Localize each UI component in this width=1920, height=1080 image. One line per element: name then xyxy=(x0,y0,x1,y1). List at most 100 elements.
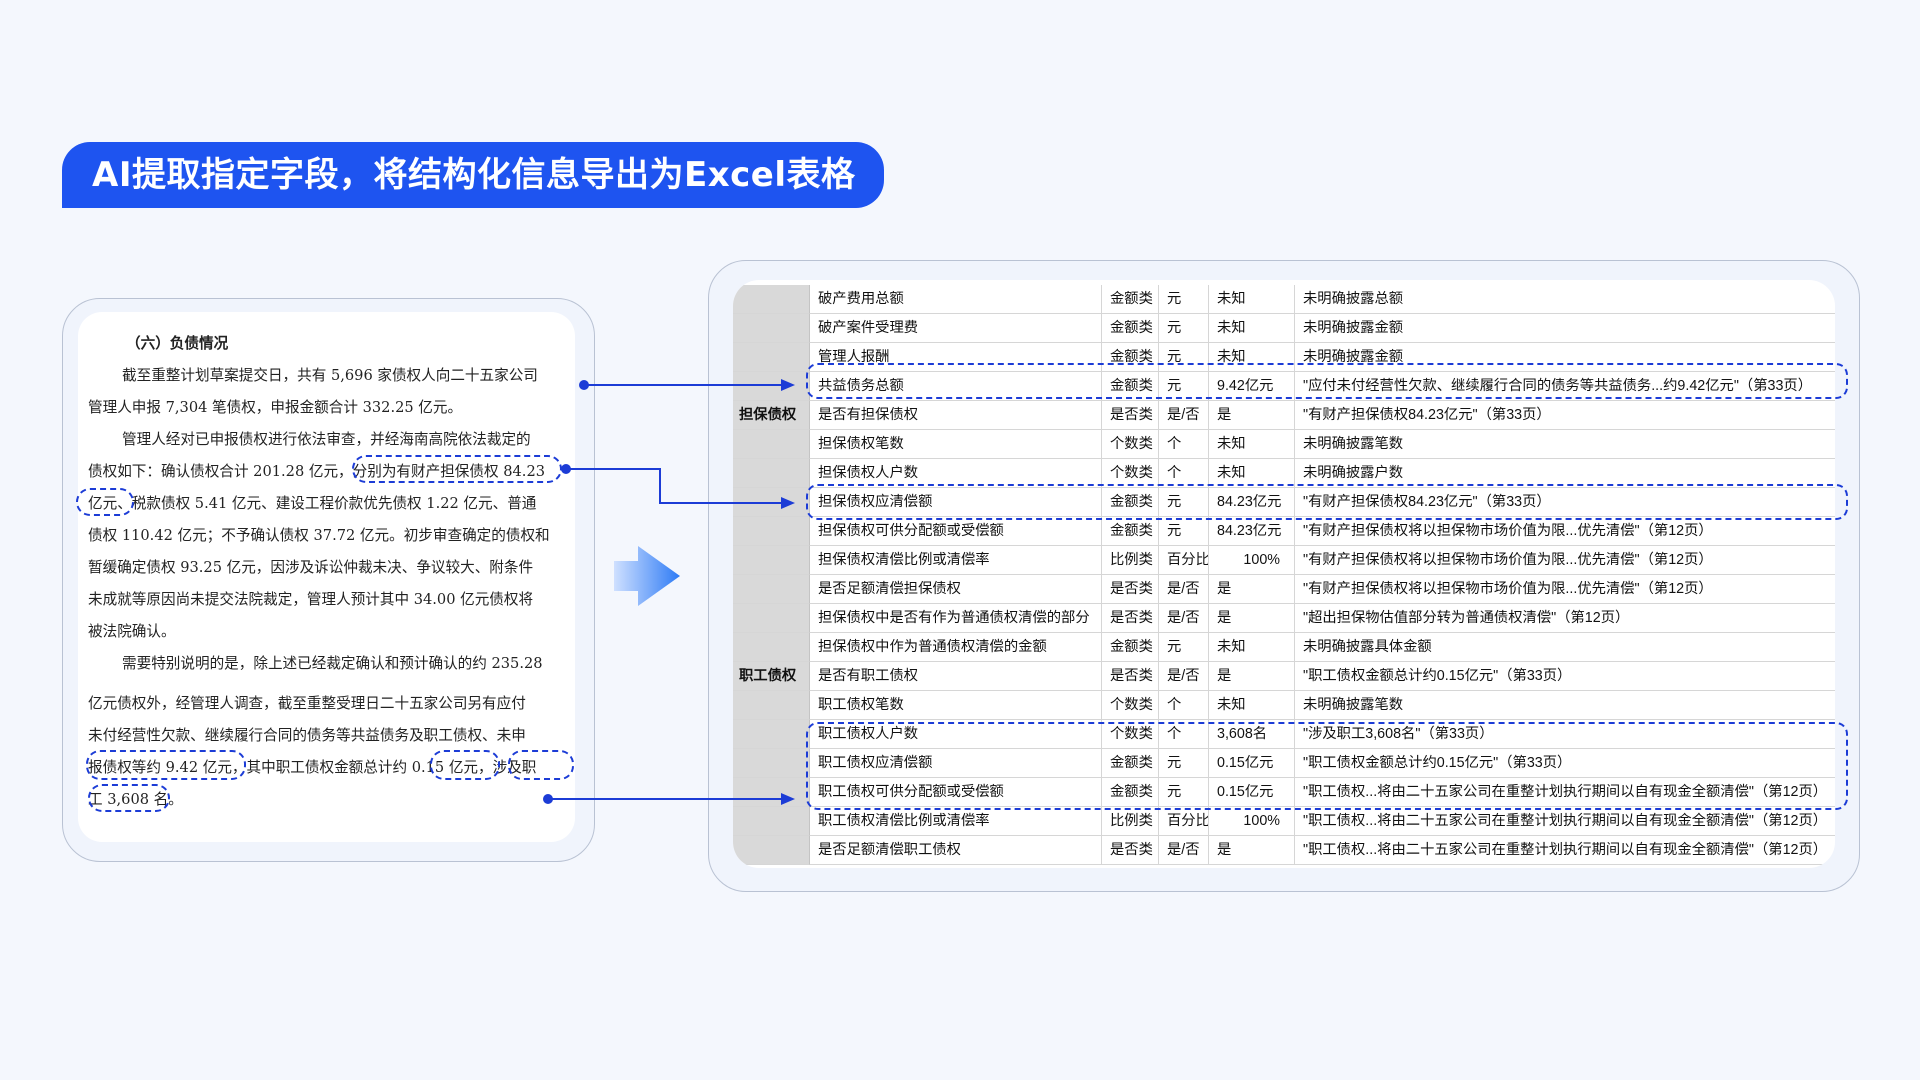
table-cell-source[interactable]: "有财产担保债权84.23亿元"（第33页） xyxy=(1295,401,1835,430)
table-cell-type[interactable]: 比例类 xyxy=(1102,546,1159,575)
table-cell-unit[interactable]: 是/否 xyxy=(1159,575,1209,604)
table-cell-source[interactable]: 未明确披露笔数 xyxy=(1295,430,1835,459)
table-cell-value[interactable]: 未知 xyxy=(1209,430,1295,459)
table-row[interactable]: 担保债权 是否有担保债权 是否类 是/否是 "有财产担保债权84.23亿元"（第33页） xyxy=(733,401,1835,430)
table-cell-group[interactable] xyxy=(733,691,810,720)
table-cell-field[interactable]: 是否足额清偿职工债权 xyxy=(810,836,1102,865)
table-cell-group[interactable] xyxy=(733,604,810,633)
table-cell-unit[interactable]: 是/否 xyxy=(1159,662,1209,691)
table-cell-value[interactable]: 未知 xyxy=(1209,633,1295,662)
table-cell-type[interactable]: 金额类 xyxy=(1102,314,1159,343)
table-row[interactable]: 职工债权清偿比例或清偿率 比例类 百分比 100% "职工债权...将由二十五家公司在重… xyxy=(733,807,1835,836)
table-cell-group[interactable] xyxy=(733,546,810,575)
table-cell-unit[interactable]: 元 xyxy=(1159,314,1209,343)
table-cell-source[interactable]: "有财产担保债权将以担保物市场价值为限...优先清偿"（第12页） xyxy=(1295,517,1835,546)
table-cell-source[interactable]: 未明确披露总额 xyxy=(1295,285,1835,314)
table-cell-type[interactable]: 金额类 xyxy=(1102,633,1159,662)
table-cell-group[interactable] xyxy=(733,430,810,459)
table-row[interactable]: 担保债权中作为普通债权清偿的金额 金额类元未知 未明确披露具体金额 xyxy=(733,633,1835,662)
table-cell-type[interactable]: 金额类 xyxy=(1102,517,1159,546)
table-cell-source[interactable]: "职工债权...将由二十五家公司在重整计划执行期间以自有现金全额清偿"（第12页… xyxy=(1295,807,1835,836)
table-cell-source[interactable]: "有财产担保债权将以担保物市场价值为限...优先清偿"（第12页） xyxy=(1295,546,1835,575)
table-cell-value[interactable]: 未知 xyxy=(1209,691,1295,720)
table-cell-type[interactable]: 个数类 xyxy=(1102,430,1159,459)
table-cell-source[interactable]: 未明确披露具体金额 xyxy=(1295,633,1835,662)
table-cell-field[interactable]: 是否有担保债权 xyxy=(810,401,1102,430)
table-cell-field[interactable]: 职工债权笔数 xyxy=(810,691,1102,720)
table-cell-field[interactable]: 担保债权清偿比例或清偿率 xyxy=(810,546,1102,575)
document-line: 债权 110.42 亿元；不予确认债权 37.72 亿元。初步审查确定的债权和 xyxy=(88,527,550,544)
table-cell-unit[interactable]: 元 xyxy=(1159,633,1209,662)
table-cell-field[interactable]: 是否足额清偿担保债权 xyxy=(810,575,1102,604)
table-cell-value[interactable]: 未知 xyxy=(1209,314,1295,343)
table-row[interactable]: 是否足额清偿担保债权 是否类 是/否是 "有财产担保债权将以担保物市场价值为限...优… xyxy=(733,575,1835,604)
table-cell-type[interactable]: 是否类 xyxy=(1102,575,1159,604)
table-cell-unit[interactable]: 个 xyxy=(1159,430,1209,459)
table-cell-group[interactable] xyxy=(733,314,810,343)
table-cell-group[interactable] xyxy=(733,343,810,372)
table-cell-value[interactable]: 100% xyxy=(1209,546,1295,575)
table-cell-source[interactable]: 未明确披露笔数 xyxy=(1295,691,1835,720)
table-cell-unit[interactable]: 百分比 xyxy=(1159,807,1209,836)
table-cell-unit[interactable]: 个 xyxy=(1159,691,1209,720)
table-cell-unit[interactable]: 元 xyxy=(1159,517,1209,546)
table-cell-field[interactable]: 破产案件受理费 xyxy=(810,314,1102,343)
table-row[interactable]: 职工债权笔数 个数类个未知 未明确披露笔数 xyxy=(733,691,1835,720)
table-cell-source[interactable]: "有财产担保债权将以担保物市场价值为限...优先清偿"（第12页） xyxy=(1295,575,1835,604)
table-cell-group[interactable] xyxy=(733,749,810,778)
table-cell-group[interactable] xyxy=(733,459,810,488)
table-cell-unit[interactable]: 是/否 xyxy=(1159,836,1209,865)
table-cell-value[interactable]: 是 xyxy=(1209,662,1295,691)
table-cell-value[interactable]: 是 xyxy=(1209,575,1295,604)
table-cell-field[interactable]: 担保债权可供分配额或受偿额 xyxy=(810,517,1102,546)
table-cell-type[interactable]: 是否类 xyxy=(1102,836,1159,865)
table-cell-source[interactable]: 未明确披露金额 xyxy=(1295,314,1835,343)
table-cell-source[interactable]: "职工债权...将由二十五家公司在重整计划执行期间以自有现金全额清偿"（第12页… xyxy=(1295,836,1835,865)
table-cell-source[interactable]: "职工债权金额总计约0.15亿元"（第33页） xyxy=(1295,662,1835,691)
table-row[interactable]: 担保债权中是否有作为普通债权清偿的部分 是否类 是/否是 "超出担保物估值部分转为普通… xyxy=(733,604,1835,633)
table-cell-group[interactable]: 担保债权 xyxy=(733,401,810,430)
table-cell-group[interactable] xyxy=(733,285,810,314)
table-cell-group[interactable] xyxy=(733,778,810,807)
table-cell-group[interactable] xyxy=(733,720,810,749)
table-cell-type[interactable]: 金额类 xyxy=(1102,285,1159,314)
table-cell-group[interactable]: 职工债权 xyxy=(733,662,810,691)
table-cell-type[interactable]: 是否类 xyxy=(1102,401,1159,430)
table-cell-field[interactable]: 担保债权中是否有作为普通债权清偿的部分 xyxy=(810,604,1102,633)
table-row[interactable]: 担保债权清偿比例或清偿率 比例类 百分比 100% "有财产担保债权将以担保物市场价值为… xyxy=(733,546,1835,575)
table-cell-unit[interactable]: 元 xyxy=(1159,285,1209,314)
table-cell-type[interactable]: 比例类 xyxy=(1102,807,1159,836)
table-cell-field[interactable]: 职工债权清偿比例或清偿率 xyxy=(810,807,1102,836)
arrow-right-icon xyxy=(614,546,680,606)
table-cell-group[interactable] xyxy=(733,372,810,401)
table-cell-value[interactable]: 是 xyxy=(1209,401,1295,430)
table-cell-group[interactable] xyxy=(733,836,810,865)
table-cell-group[interactable] xyxy=(733,575,810,604)
table-row[interactable]: 是否足额清偿职工债权 是否类 是/否是 "职工债权...将由二十五家公司在重整计划执行… xyxy=(733,836,1835,865)
table-cell-group[interactable] xyxy=(733,517,810,546)
table-row[interactable]: 破产费用总额 金额类元未知 未明确披露总额 xyxy=(733,285,1835,314)
table-cell-unit[interactable]: 是/否 xyxy=(1159,401,1209,430)
table-cell-unit[interactable]: 是/否 xyxy=(1159,604,1209,633)
table-cell-group[interactable] xyxy=(733,633,810,662)
table-cell-field[interactable]: 是否有职工债权 xyxy=(810,662,1102,691)
table-row[interactable]: 担保债权可供分配额或受偿额 金额类元 84.23亿元 "有财产担保债权将以担保物市场价… xyxy=(733,517,1835,546)
table-cell-field[interactable]: 破产费用总额 xyxy=(810,285,1102,314)
table-cell-value[interactable]: 未知 xyxy=(1209,285,1295,314)
table-row[interactable]: 职工债权 是否有职工债权 是否类 是/否是 "职工债权金额总计约0.15亿元"（第33页… xyxy=(733,662,1835,691)
table-cell-value[interactable]: 100% xyxy=(1209,807,1295,836)
table-cell-source[interactable]: "超出担保物估值部分转为普通债权清偿"（第12页） xyxy=(1295,604,1835,633)
table-cell-group[interactable] xyxy=(733,488,810,517)
table-row[interactable]: 担保债权笔数 个数类个未知 未明确披露笔数 xyxy=(733,430,1835,459)
table-row[interactable]: 破产案件受理费 金额类元未知 未明确披露金额 xyxy=(733,314,1835,343)
table-cell-value[interactable]: 是 xyxy=(1209,836,1295,865)
table-cell-value[interactable]: 是 xyxy=(1209,604,1295,633)
table-cell-type[interactable]: 是否类 xyxy=(1102,604,1159,633)
table-cell-type[interactable]: 是否类 xyxy=(1102,662,1159,691)
table-cell-value[interactable]: 84.23亿元 xyxy=(1209,517,1295,546)
table-cell-unit[interactable]: 百分比 xyxy=(1159,546,1209,575)
table-cell-type[interactable]: 个数类 xyxy=(1102,691,1159,720)
table-cell-field[interactable]: 担保债权中作为普通债权清偿的金额 xyxy=(810,633,1102,662)
table-cell-field[interactable]: 担保债权笔数 xyxy=(810,430,1102,459)
table-cell-group[interactable] xyxy=(733,807,810,836)
